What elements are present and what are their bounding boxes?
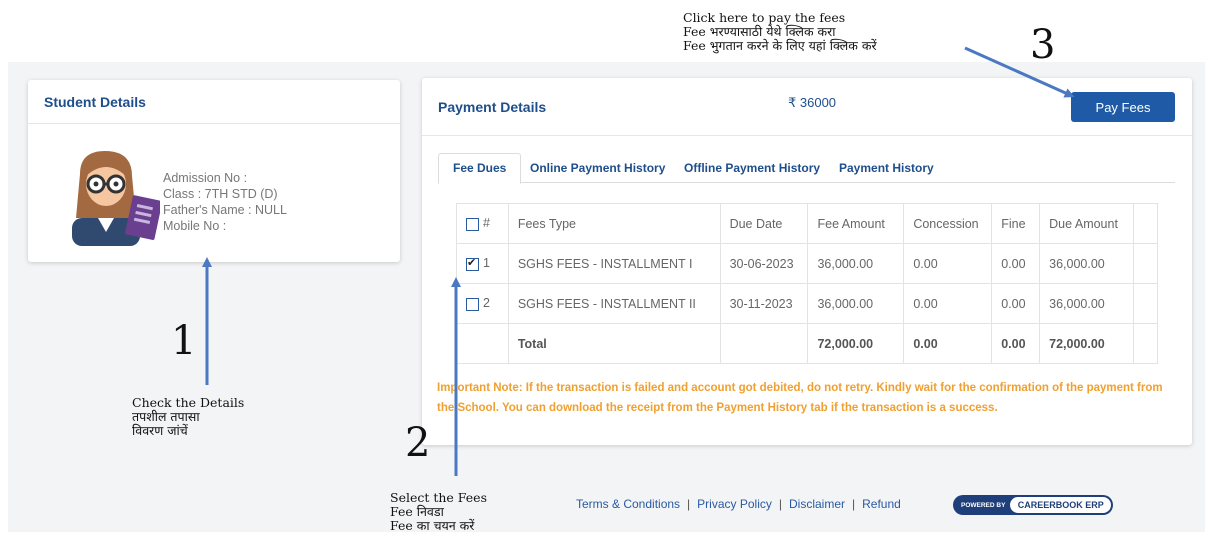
annotation-number-2: 2 (405, 420, 431, 466)
annotation-arrows (202, 46, 1075, 476)
annotation-number-3: 3 (1030, 22, 1056, 68)
annotation-number-1: 1 (171, 318, 197, 364)
annotation-pay-fees: Click here to pay the fees Fee भरण्यासाठ… (683, 10, 877, 53)
annotation-check-details: Check the Details तपशील तपासा विवरण जांच… (132, 395, 245, 438)
annotation-select-fees: Select the Fees Fee निवडा Fee का चयन करे… (390, 490, 487, 533)
